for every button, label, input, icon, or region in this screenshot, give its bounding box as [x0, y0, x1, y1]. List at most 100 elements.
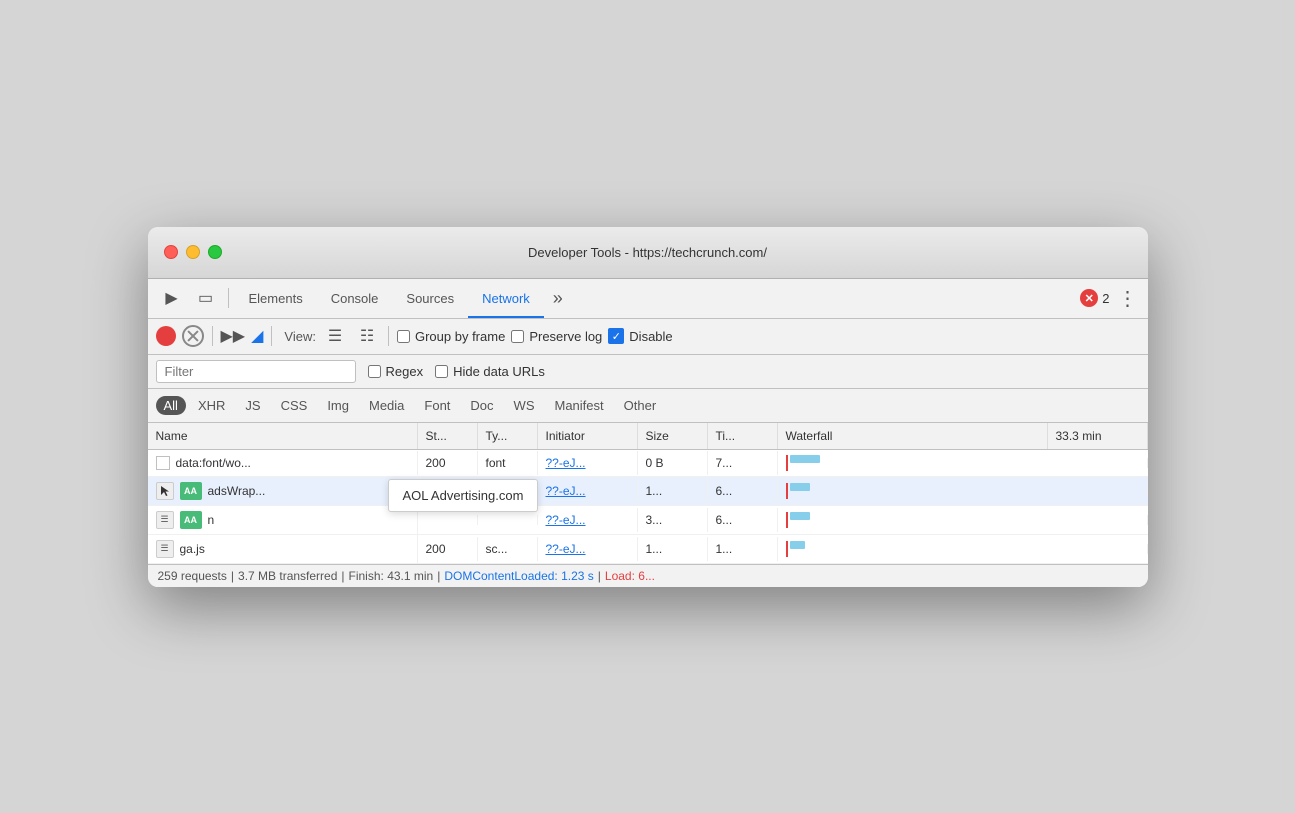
cell-initiator-0[interactable]: ??-eJ...	[538, 451, 638, 475]
cell-time-0: 7...	[708, 451, 778, 475]
devtools-window: Developer Tools - https://techcrunch.com…	[148, 227, 1148, 587]
cell-extra-3	[1048, 544, 1148, 554]
table-row[interactable]: ☰ AA n ??-eJ... 3... 6...	[148, 506, 1148, 535]
title-bar: Developer Tools - https://techcrunch.com…	[148, 227, 1148, 279]
network-separator-1	[212, 326, 213, 346]
cell-extra-0	[1048, 458, 1148, 468]
cell-status-2	[418, 515, 478, 525]
regex-label[interactable]: Regex	[368, 364, 424, 379]
cell-initiator-2[interactable]: ??-eJ...	[538, 508, 638, 532]
col-header-type[interactable]: Ty...	[478, 423, 538, 449]
cell-initiator-1[interactable]: ??-eJ...	[538, 479, 638, 503]
tab-overflow-button[interactable]: »	[544, 284, 572, 312]
waterfall-bar-3	[790, 541, 805, 549]
inspect-button[interactable]: ▭	[190, 284, 222, 312]
network-separator-3	[388, 326, 389, 346]
type-filter-css[interactable]: CSS	[273, 396, 316, 415]
cell-name-1: AA adsWrap...	[148, 477, 418, 505]
cell-waterfall-3	[778, 536, 1048, 562]
preserve-log-label[interactable]: Preserve log	[511, 329, 602, 344]
cell-type-3: sc...	[478, 537, 538, 561]
preserve-log-checkbox[interactable]	[511, 330, 524, 343]
type-filter-media[interactable]: Media	[361, 396, 412, 415]
view-grid-button[interactable]: ☷	[354, 325, 380, 347]
cell-initiator-3[interactable]: ??-eJ...	[538, 537, 638, 561]
tab-console[interactable]: Console	[317, 278, 393, 318]
tab-bar: ▶ ▭ Elements Console Sources Network » ✕…	[148, 279, 1148, 319]
col-header-status[interactable]: St...	[418, 423, 478, 449]
cell-waterfall-2	[778, 507, 1048, 533]
type-filter-bar: All XHR JS CSS Img Media Font Doc WS Man…	[148, 389, 1148, 423]
row-icon-2: ☰	[156, 511, 174, 529]
regex-checkbox[interactable]	[368, 365, 381, 378]
col-header-initiator[interactable]: Initiator	[538, 423, 638, 449]
waterfall-bar-2	[790, 512, 810, 520]
transferred-size: 3.7 MB transferred	[238, 569, 337, 583]
toolbar-separator	[228, 288, 229, 308]
view-list-button[interactable]: ☰	[322, 325, 348, 347]
type-filter-all[interactable]: All	[156, 396, 186, 415]
close-button[interactable]	[164, 245, 178, 259]
record-button[interactable]	[156, 326, 176, 346]
waterfall-line-3	[786, 541, 788, 557]
waterfall-line-1	[786, 483, 788, 499]
sep3: |	[437, 569, 440, 583]
cell-time-2: 6...	[708, 508, 778, 532]
minimize-button[interactable]	[186, 245, 200, 259]
traffic-lights	[164, 245, 222, 259]
tab-network[interactable]: Network	[468, 278, 544, 318]
clear-button[interactable]	[182, 325, 204, 347]
cell-time-1: 6...	[708, 479, 778, 503]
tooltip: AOL Advertising.com	[388, 479, 539, 512]
dom-content-loaded: DOMContentLoaded: 1.23 s	[444, 569, 593, 583]
cell-name-2: ☰ AA n	[148, 506, 418, 534]
type-filter-xhr[interactable]: XHR	[190, 396, 233, 415]
group-by-frame-label[interactable]: Group by frame	[397, 329, 505, 344]
cursor-tool-button[interactable]: ▶	[156, 284, 188, 312]
filter-input[interactable]	[156, 360, 356, 383]
maximize-button[interactable]	[208, 245, 222, 259]
type-filter-doc[interactable]: Doc	[462, 396, 501, 415]
status-bar: 259 requests | 3.7 MB transferred | Fini…	[148, 564, 1148, 587]
waterfall-line-2	[786, 512, 788, 528]
window-title: Developer Tools - https://techcrunch.com…	[528, 245, 767, 260]
tab-sources[interactable]: Sources	[392, 278, 468, 318]
cell-waterfall-1	[778, 478, 1048, 504]
cell-size-1: 1...	[638, 479, 708, 503]
type-filter-other[interactable]: Other	[616, 396, 665, 415]
finish-time: Finish: 43.1 min	[349, 569, 434, 583]
sep2: |	[341, 569, 344, 583]
screenshot-button[interactable]: ▶▶	[221, 326, 246, 346]
table-row[interactable]: data:font/wo... 200 font ??-eJ... 0 B 7.…	[148, 450, 1148, 477]
toolbar-right: ✕ 2 ⋮	[1080, 286, 1139, 311]
table-row[interactable]: AA adsWrap... 200 sc... ??-eJ... 1... 6.…	[148, 477, 1148, 506]
error-count: 2	[1102, 291, 1109, 306]
col-header-waterfall[interactable]: Waterfall	[778, 423, 1048, 449]
type-filter-js[interactable]: JS	[237, 396, 268, 415]
col-header-time[interactable]: Ti...	[708, 423, 778, 449]
hide-data-urls-label[interactable]: Hide data URLs	[435, 364, 545, 379]
row-checkbox-0[interactable]	[156, 456, 170, 470]
group-by-frame-checkbox[interactable]	[397, 330, 410, 343]
type-filter-ws[interactable]: WS	[506, 396, 543, 415]
tab-elements[interactable]: Elements	[235, 278, 317, 318]
aa-badge-2: AA	[180, 511, 202, 529]
hide-data-urls-checkbox[interactable]	[435, 365, 448, 378]
error-close-icon: ✕	[1080, 289, 1098, 307]
table-row[interactable]: ☰ ga.js 200 sc... ??-eJ... 1... 1...	[148, 535, 1148, 564]
col-header-waterfall-time[interactable]: 33.3 min	[1048, 423, 1148, 449]
disable-cache-label[interactable]: ✓ Disable	[608, 328, 672, 344]
more-options-button[interactable]: ⋮	[1116, 286, 1140, 311]
col-header-size[interactable]: Size	[638, 423, 708, 449]
type-filter-img[interactable]: Img	[319, 396, 357, 415]
view-label: View:	[284, 329, 316, 344]
cell-extra-2	[1048, 515, 1148, 525]
type-filter-font[interactable]: Font	[416, 396, 458, 415]
waterfall-line-0	[786, 455, 788, 471]
type-filter-manifest[interactable]: Manifest	[547, 396, 612, 415]
col-header-name[interactable]: Name	[148, 423, 418, 449]
cell-size-2: 3...	[638, 508, 708, 532]
filter-button[interactable]: ◢	[251, 326, 263, 346]
cell-time-3: 1...	[708, 537, 778, 561]
cell-status-3: 200	[418, 537, 478, 561]
